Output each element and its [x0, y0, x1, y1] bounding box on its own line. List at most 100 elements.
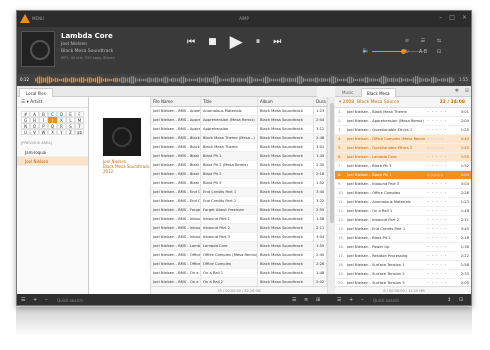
previous-icon[interactable]: ⏮	[187, 38, 195, 47]
letter-filter[interactable]: V	[30, 129, 39, 135]
shuffle-icon[interactable]: ⇆	[431, 38, 447, 44]
pause-icon[interactable]: ⏸	[256, 38, 261, 47]
close-icon[interactable]: ×	[462, 14, 467, 21]
playlist-row[interactable]: 10. Joel Nielsen - Office Complex • • • • …	[335, 189, 471, 198]
playlist-row[interactable]: 4. Joel Nielsen - Office Complex (Mesa Re…	[335, 135, 471, 144]
view-grid-icon[interactable]: ⊞	[316, 297, 320, 303]
playlist-row[interactable]: 1. Joel Nielsen - Black Mesa Theme • • • •…	[335, 108, 471, 117]
playlist-rating[interactable]: • • • • •	[427, 153, 447, 162]
col-title[interactable]: Title	[201, 97, 258, 106]
table-row[interactable]: Joel Nielsen - BMS - Inbound...Inbound P…	[151, 224, 327, 233]
playlist-rating[interactable]: • • • • •	[427, 198, 447, 207]
tab-music[interactable]: Music	[337, 88, 358, 97]
playlist-row[interactable]: 11. Joel Nielsen - Anomalous Materials • •…	[335, 198, 471, 207]
letter-filter[interactable]: Y	[57, 129, 66, 135]
playlist-rating[interactable]: ◇◇◇◇◇	[427, 171, 444, 180]
playlist-rating[interactable]: • • • • •	[427, 252, 447, 261]
table-row[interactable]: Joel Nielsen - BMS - Forget... Forget Abo…	[151, 206, 327, 215]
table-row[interactable]: Joel Nielsen - BMS - Inbound...Inbound P…	[151, 215, 327, 224]
playlist-row[interactable]: 14. Joel Nielsen - End Credits Part 1 • • …	[335, 225, 471, 234]
playlist-row[interactable]: 7. Joel Nielsen - Black Pit 3 • • • • • 1:5…	[335, 162, 471, 171]
table-row[interactable]: Joel Nielsen - BMS - Apprehension...Appr…	[151, 116, 327, 125]
table-row[interactable]: Joel Nielsen - BMS - Inbound...Inbound P…	[151, 233, 327, 242]
letter-filter[interactable]: U	[21, 129, 30, 135]
view-list-icon[interactable]: ☰	[292, 297, 296, 303]
tab-black-mesa[interactable]: Black Mesa	[361, 88, 396, 97]
waveform-graphic[interactable]	[35, 74, 455, 86]
table-row[interactable]: Joel Nielsen - BMS - End Credits...End C…	[151, 188, 327, 197]
library-search-input[interactable]: Quick search	[57, 298, 83, 303]
playlist-row[interactable]: 15. Joel Nielsen - Blast Pit 2 • • • • • 2:…	[335, 234, 471, 243]
playlist-rating[interactable]: • • • • •	[427, 117, 447, 126]
playlist-row[interactable]: 5. Joel Nielsen - Questionable Ethics 2 ◇◇…	[335, 144, 471, 153]
ab-repeat-icon[interactable]: A-B	[415, 49, 431, 55]
letter-filter[interactable]: Z	[66, 129, 75, 135]
playlist-rating[interactable]: • • • • •	[427, 108, 447, 117]
playlist-search-input[interactable]: Quick search	[373, 298, 399, 303]
playlist-rating[interactable]: ◇◇◇◇◇	[427, 135, 444, 144]
playlist-rating[interactable]: • • • • •	[427, 225, 447, 234]
table-row[interactable]: Joel Nielsen - BMS - End Credits...End C…	[151, 197, 327, 206]
table-row[interactable]: Joel Nielsen - BMS - Black Mesa...Black …	[151, 134, 327, 143]
scrollbar-thumb[interactable]	[330, 103, 334, 223]
letter-filter[interactable]: X	[48, 129, 57, 135]
playlist-remove-icon[interactable]: –	[361, 297, 364, 303]
playlist-row[interactable]: 8. Joel Nielsen - Black Pit 1 ◇◇◇◇◇ 1:04	[335, 171, 471, 180]
table-row[interactable]: Joel Nielsen - BMS - Office... Office Com…	[151, 251, 327, 260]
playlist-row[interactable]: 12. Joel Nielsen - On a Rail 1 • • • • • 1:…	[335, 207, 471, 216]
playlist-rating[interactable]: • • • • •	[427, 126, 447, 135]
maximize-icon[interactable]: □	[449, 14, 455, 21]
table-scrollbar[interactable]	[327, 97, 335, 294]
playlist-rating[interactable]: • • • • •	[427, 180, 447, 189]
tab-options-icon[interactable]: ✱	[455, 88, 459, 94]
artist-item-selected[interactable]: Joel Nielsen	[17, 157, 88, 166]
album-cover-thumbnail[interactable]	[21, 31, 55, 67]
mini-mode-icon[interactable]: ⊡	[431, 49, 447, 55]
play-icon[interactable]: ▶	[230, 34, 243, 51]
playlist-view-icon[interactable]: ⊡	[459, 297, 463, 303]
playlist-rating[interactable]: • • • • •	[427, 216, 447, 225]
playlist-row[interactable]: 19. Joel Nielsen - Surface Tension 2 • • •…	[335, 270, 471, 279]
stop-icon[interactable]: ■	[208, 38, 217, 47]
speaker-icon[interactable]: 🔈	[362, 47, 369, 54]
grouping-header[interactable]: ☰ ▾ Artist	[17, 97, 88, 108]
playlist-rating[interactable]: • • • • •	[427, 243, 447, 252]
playlist-rating[interactable]: • • • • •	[427, 261, 447, 270]
col-album[interactable]: Album	[258, 97, 314, 106]
equalizer-icon[interactable]: ≋	[399, 38, 415, 44]
playlist-row[interactable]: 6. Joel Nielsen - Lambda Core • • • • • 1:5…	[335, 153, 471, 162]
playlist-row[interactable]: 3. Joel Nielsen - Questionable Ethics 1 • …	[335, 126, 471, 135]
letter-filter[interactable]: ab	[75, 129, 84, 135]
repeat-icon[interactable]: ↻	[399, 49, 415, 55]
playlist-row[interactable]: 17. Joel Nielsen - Residue Processing • • …	[335, 252, 471, 261]
next-icon[interactable]: ⏭	[273, 38, 281, 47]
view-details-icon[interactable]: ≡	[304, 297, 308, 303]
playlist-rating[interactable]: • • • • •	[427, 270, 447, 279]
playlist-rating[interactable]: • • • • •	[427, 189, 447, 198]
playlist-row[interactable]: 2. Joel Nielsen - Apprehension (Mesa Remi…	[335, 117, 471, 126]
tab-close-icon[interactable]: ⊞	[465, 88, 469, 94]
table-row[interactable]: Joel Nielsen - BMS - Blast Pit...Blast P…	[151, 161, 327, 170]
waveform-seekbar[interactable]: 0:12 1:55	[17, 74, 471, 86]
table-row[interactable]: Joel Nielsen - BMS - Black Mesa...Black …	[151, 143, 327, 152]
playlist-row[interactable]: 13. Joel Nielsen - Inbound Part 2 • • • • …	[335, 216, 471, 225]
playlist-rating[interactable]: • • • • •	[427, 162, 447, 171]
album-cover[interactable]	[103, 118, 141, 156]
sort-icon[interactable]: ↕	[447, 297, 451, 303]
playlist-group-header[interactable]: ▾ 2008. Black Mesa Source 22 / 34:08	[335, 97, 471, 108]
table-row[interactable]: Joel Nielsen - BMS - Office... Office Com…	[151, 260, 327, 269]
table-row[interactable]: Joel Nielsen - BMS - Blast Pit...Blast P…	[151, 152, 327, 161]
table-row[interactable]: Joel Nielsen - BMS - Lambda...Lambda Cor…	[151, 242, 327, 251]
playlist-add-icon[interactable]: +	[349, 297, 353, 303]
tab-local-files[interactable]: Local files	[19, 88, 53, 97]
playlist-rating[interactable]: • • • • •	[427, 234, 447, 243]
letter-filter[interactable]: W	[39, 129, 48, 135]
playlist-row[interactable]: 9. Joel Nielsen - Inbound Part 3 • • • • •…	[335, 180, 471, 189]
library-menu-icon[interactable]: ☰	[21, 297, 25, 303]
col-file-name[interactable]: File Name	[151, 97, 201, 106]
playlist-menu-icon[interactable]: ☰	[337, 297, 341, 303]
table-row[interactable]: Joel Nielsen - BMS - Blast Pit...Blast P…	[151, 170, 327, 179]
playlist-rating[interactable]: ◇◇◇◇◇	[427, 144, 444, 153]
artist-item[interactable]: Jamiroquai	[17, 148, 88, 157]
table-row[interactable]: Joel Nielsen - BMS - Apprehension...Appr…	[151, 125, 327, 134]
